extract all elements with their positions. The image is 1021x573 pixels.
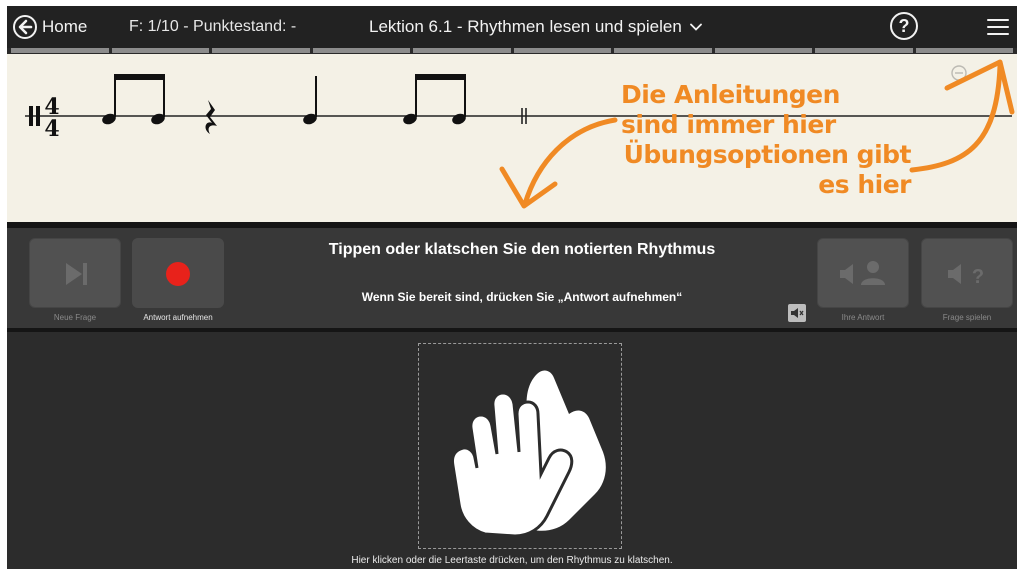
beamed-eighth-notes (403, 74, 466, 125)
play-question-label: Frage spielen (942, 313, 992, 322)
back-arrow-icon (13, 15, 37, 39)
speaker-person-icon (840, 261, 885, 285)
lesson-title: Lektion 6.1 - Rhythmen lesen und spielen (369, 17, 682, 36)
help-icon: ? (898, 16, 910, 36)
beamed-eighth-notes (102, 74, 165, 125)
clapping-hands-icon (451, 370, 606, 538)
skip-forward-icon (66, 263, 87, 285)
progress-segment (614, 48, 712, 53)
home-label: Home (42, 17, 88, 36)
progress-segment (915, 48, 1013, 53)
time-signature-bottom: 4 (44, 116, 59, 142)
your-answer-button[interactable] (817, 238, 909, 308)
progress-segment (111, 48, 209, 53)
top-bar: Home F: 1/10 - Punktestand: - Lektion 6.… (7, 6, 1017, 48)
percussion-clef (29, 106, 33, 126)
chevron-down-icon (689, 23, 702, 31)
your-answer-label: Ihre Antwort (841, 313, 885, 322)
new-question-button[interactable] (29, 238, 121, 308)
app-window: Home F: 1/10 - Punktestand: - Lektion 6.… (7, 6, 1017, 569)
clap-instruction: Hier klicken oder die Leertaste drücken,… (351, 555, 673, 566)
record-answer-button[interactable] (132, 238, 224, 308)
home-button[interactable]: Home (13, 14, 87, 40)
lesson-selector[interactable]: Lektion 6.1 - Rhythmen lesen und spielen (369, 17, 702, 37)
progress-segment (212, 48, 310, 53)
progress-segment (513, 48, 611, 53)
progress-segment (815, 48, 913, 53)
clap-button[interactable] (418, 343, 622, 549)
speaker-question-icon: ? (948, 264, 984, 288)
quarter-note (303, 76, 317, 125)
svg-text:?: ? (972, 266, 984, 288)
progress-segment (11, 48, 109, 53)
control-bar: Neue Frage Antwort aufnehmen Tippen oder… (7, 228, 1017, 328)
tutorial-annotation: Die Anleitungen sind immer hier Übungsop… (621, 80, 912, 200)
annotation-options: Übungsoptionen gibt es hier (623, 140, 912, 199)
progress-segment (413, 48, 511, 53)
record-answer-label: Antwort aufnehmen (143, 313, 213, 322)
hamburger-menu-icon[interactable] (987, 19, 1009, 35)
progress-segment (714, 48, 812, 53)
new-question-label: Neue Frage (53, 313, 97, 322)
score-status: F: 1/10 - Punktestand: - (129, 18, 297, 35)
speaker-muted-icon[interactable] (788, 304, 806, 322)
help-button[interactable]: ? (890, 12, 918, 40)
record-icon (166, 262, 190, 286)
annotation-instructions: Die Anleitungen sind immer hier (621, 80, 840, 139)
progress-segment (312, 48, 410, 53)
instruction-heading: Tippen oder klatschen Sie den notierten … (328, 241, 716, 258)
notation-area: 4 4 Die Anleitungen sind immer hier Übun… (7, 54, 1017, 222)
play-question-button[interactable]: ? (921, 238, 1013, 308)
quarter-rest (205, 100, 217, 134)
clap-area: Hier klicken oder die Leertaste drücken,… (7, 332, 1017, 569)
instruction-subtext: Wenn Sie bereit sind, drücken Sie „Antwo… (361, 290, 683, 304)
